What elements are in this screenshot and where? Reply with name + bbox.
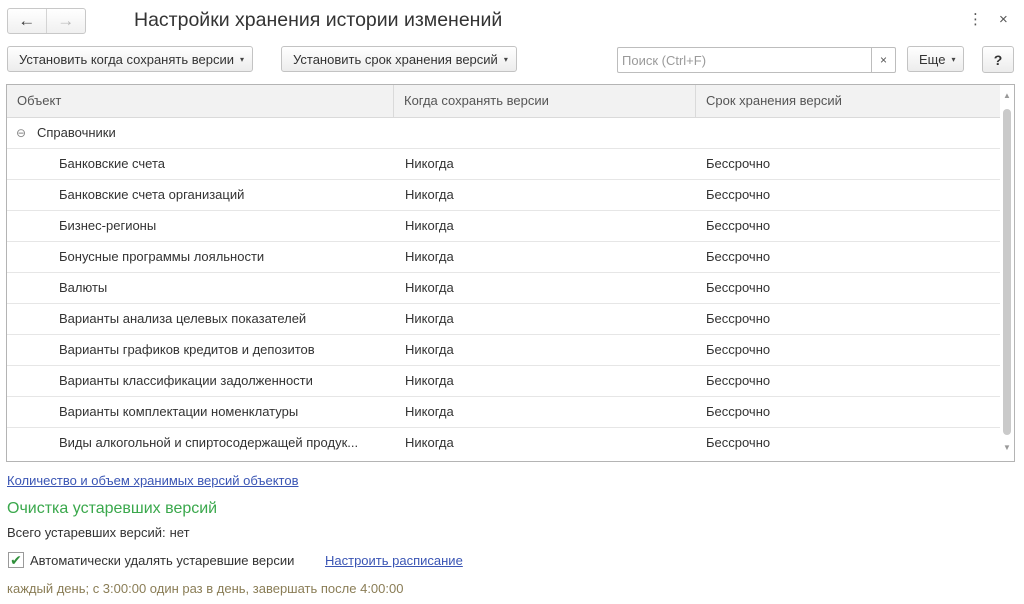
column-header-when[interactable]: Когда сохранять версии — [394, 85, 696, 117]
object-cell: Банковские счета — [59, 156, 166, 171]
object-cell: Виды алкогольной и спиртосодержащей прод… — [59, 435, 359, 450]
chevron-down-icon: ▾ — [503, 54, 508, 64]
clear-search-icon[interactable]: × — [871, 47, 896, 73]
versions-count-link[interactable]: Количество и объем хранимых версий объек… — [7, 473, 298, 488]
table-body: ⊖ Справочники Банковские счета Никогда Бе… — [7, 118, 1000, 459]
schedule-description: каждый день; с 3:00:00 один раз в день, … — [7, 581, 404, 596]
table-row[interactable]: Банковские счета организаций Никогда Бес… — [7, 180, 1000, 211]
navigation-buttons: ← → — [7, 8, 86, 34]
object-cell: Варианты комплектации номенклатуры — [59, 404, 299, 419]
help-button[interactable]: ? — [982, 46, 1014, 73]
arrow-right-icon: → — [57, 11, 75, 30]
object-cell: Валюты — [59, 280, 108, 295]
scroll-down-icon[interactable]: ▼ — [1000, 441, 1014, 455]
scroll-up-icon[interactable]: ▲ — [1000, 89, 1014, 103]
when-cell: Никогда — [405, 156, 454, 171]
more-button[interactable]: Еще ▾ — [907, 46, 965, 72]
term-cell: Бессрочно — [706, 156, 771, 171]
total-label: Всего устаревших версий: — [7, 525, 166, 540]
table-row[interactable]: Варианты классификации задолженности Ник… — [7, 366, 1000, 397]
table-row[interactable]: Валюты Никогда Бессрочно — [7, 273, 1000, 304]
forward-button[interactable]: → — [47, 9, 86, 33]
object-cell: Бонусные программы лояльности — [59, 249, 265, 264]
when-cell: Никогда — [405, 404, 454, 419]
group-cell: ⊖ Справочники — [16, 118, 116, 148]
auto-delete-label[interactable]: Автоматически удалять устаревшие версии — [30, 553, 294, 568]
total-obsolete-versions: Всего устаревших версий: нет — [7, 525, 190, 540]
group-label: Справочники — [37, 125, 116, 140]
table-row[interactable]: Варианты комплектации номенклатуры Никог… — [7, 397, 1000, 428]
window-title: Настройки хранения истории изменений — [134, 9, 503, 31]
term-cell: Бессрочно — [706, 435, 771, 450]
cleanup-section-title: Очистка устаревших версий — [7, 500, 218, 517]
vertical-scrollbar[interactable]: ▲ ▼ — [1000, 85, 1014, 461]
arrow-left-icon: ← — [18, 11, 36, 30]
table-row[interactable]: Варианты анализа целевых показателей Ник… — [7, 304, 1000, 335]
set-when-save-button[interactable]: Установить когда сохранять версии ▾ — [7, 46, 253, 72]
auto-delete-checkbox[interactable]: ✔ — [8, 552, 24, 568]
table-row[interactable]: Бонусные программы лояльности Никогда Бе… — [7, 242, 1000, 273]
more-menu-icon[interactable]: ⋮ — [968, 11, 983, 29]
scrollbar-thumb[interactable] — [1003, 109, 1011, 435]
close-icon[interactable]: × — [999, 11, 1008, 29]
more-button-label: Еще — [919, 51, 946, 67]
when-cell: Никогда — [405, 187, 454, 202]
group-row[interactable]: ⊖ Справочники — [7, 118, 1000, 149]
object-cell: Банковские счета организаций — [59, 187, 245, 202]
set-when-save-label: Установить когда сохранять версии — [19, 51, 234, 67]
table-row[interactable]: Банковские счета Никогда Бессрочно — [7, 149, 1000, 180]
term-cell: Бессрочно — [706, 249, 771, 264]
total-value: нет — [169, 525, 190, 540]
chevron-down-icon: ▾ — [239, 54, 244, 64]
search-input[interactable] — [617, 47, 872, 73]
check-icon: ✔ — [10, 552, 22, 568]
table-row[interactable]: Виды алкогольной и спиртосодержащей прод… — [7, 428, 1000, 459]
column-header-term[interactable]: Срок хранения версий — [696, 85, 1000, 117]
back-button[interactable]: ← — [8, 9, 47, 33]
when-cell: Никогда — [405, 342, 454, 357]
table-header: Объект Когда сохранять версии Срок хране… — [7, 85, 1000, 118]
object-cell: Варианты анализа целевых показателей — [59, 311, 307, 326]
term-cell: Бессрочно — [706, 342, 771, 357]
settings-table: Объект Когда сохранять версии Срок хране… — [6, 84, 1015, 462]
object-cell: Варианты классификации задолженности — [59, 373, 313, 388]
table-row[interactable]: Бизнес-регионы Никогда Бессрочно — [7, 211, 1000, 242]
term-cell: Бессрочно — [706, 311, 771, 326]
when-cell: Никогда — [405, 280, 454, 295]
when-cell: Никогда — [405, 373, 454, 388]
term-cell: Бессрочно — [706, 187, 771, 202]
term-cell: Бессрочно — [706, 218, 771, 233]
when-cell: Никогда — [405, 311, 454, 326]
term-cell: Бессрочно — [706, 280, 771, 295]
collapse-icon[interactable]: ⊖ — [16, 118, 28, 148]
set-storage-term-button[interactable]: Установить срок хранения версий ▾ — [281, 46, 517, 72]
when-cell: Никогда — [405, 435, 454, 450]
chevron-down-icon: ▾ — [951, 54, 956, 64]
table-row[interactable]: Варианты графиков кредитов и депозитов Н… — [7, 335, 1000, 366]
configure-schedule-link[interactable]: Настроить расписание — [325, 553, 463, 568]
object-cell: Варианты графиков кредитов и депозитов — [59, 342, 315, 357]
when-cell: Никогда — [405, 249, 454, 264]
column-header-object[interactable]: Объект — [7, 85, 394, 117]
set-storage-term-label: Установить срок хранения версий — [293, 51, 498, 67]
term-cell: Бессрочно — [706, 373, 771, 388]
term-cell: Бессрочно — [706, 404, 771, 419]
object-cell: Бизнес-регионы — [59, 218, 157, 233]
when-cell: Никогда — [405, 218, 454, 233]
